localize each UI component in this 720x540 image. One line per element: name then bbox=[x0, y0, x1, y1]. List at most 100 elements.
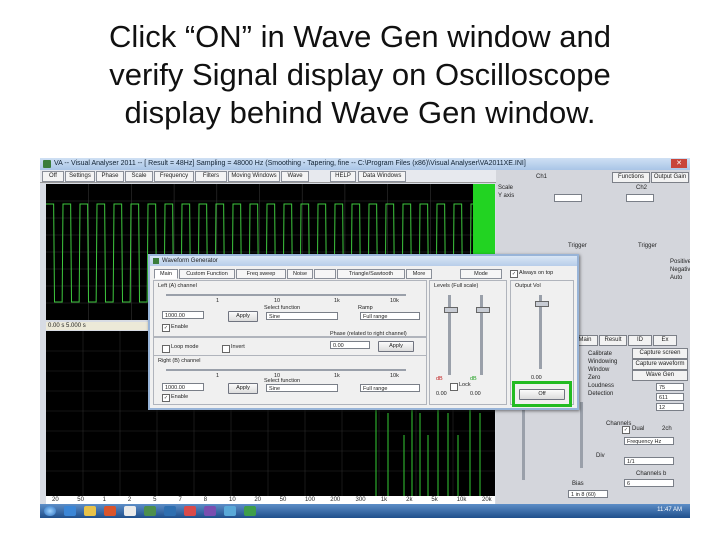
tab-freq-sweep[interactable]: Freq sweep bbox=[236, 269, 286, 279]
frequency-tick: 200 bbox=[330, 497, 341, 503]
presentation-icon[interactable] bbox=[184, 506, 196, 516]
result-button[interactable]: Result bbox=[599, 335, 627, 346]
left-level-thumb[interactable] bbox=[444, 307, 458, 313]
loop-mode-checkbox[interactable] bbox=[162, 345, 170, 353]
scale-select-left[interactable] bbox=[554, 194, 582, 202]
right-tick-1: 1 bbox=[216, 373, 220, 379]
slide-title-line-3: display behind Wave Gen window. bbox=[124, 95, 596, 130]
menu-off[interactable]: Off bbox=[42, 171, 64, 182]
left-mode-select[interactable]: Full range bbox=[360, 312, 420, 320]
slide-title-line-2: verify Signal display on Oscilloscope bbox=[109, 57, 611, 92]
menu-moving-windows[interactable]: Moving Windows bbox=[228, 171, 280, 182]
menu-help[interactable]: HELP bbox=[330, 171, 356, 182]
left-tick-10k: 10k bbox=[390, 298, 399, 304]
invert-checkbox[interactable] bbox=[222, 345, 230, 353]
ratio-select[interactable]: 1/1 bbox=[624, 457, 674, 465]
value-field-2[interactable]: 611 bbox=[656, 393, 684, 401]
slide-title-line-1: Click “ON” in Wave Gen window and bbox=[109, 19, 611, 54]
app-menubar: Off Settings Phase Scale Frequency Filte… bbox=[40, 170, 496, 183]
zero-label: Zero bbox=[588, 375, 601, 381]
right-frequency-input[interactable]: 1000.00 bbox=[162, 383, 204, 391]
negative-option[interactable]: Negative bbox=[670, 266, 690, 274]
tab-main[interactable]: Main bbox=[154, 269, 178, 279]
network-icon[interactable] bbox=[164, 506, 176, 516]
always-on-top-checkbox[interactable]: ✓ bbox=[510, 270, 518, 278]
left-enable-checkbox[interactable]: ✓ bbox=[162, 324, 170, 332]
menu-filters[interactable]: Filters bbox=[195, 171, 227, 182]
functions-button[interactable]: Functions bbox=[612, 172, 650, 183]
ch1-label: Ch1 bbox=[536, 174, 548, 180]
right-level-thumb[interactable] bbox=[476, 307, 490, 313]
phase-input[interactable]: 0.00 bbox=[330, 341, 370, 349]
tab-triangle-sawtooth[interactable]: Triangle/Sawtooth bbox=[337, 269, 405, 279]
frequency-tick: 1k bbox=[380, 497, 388, 503]
menu-data-windows[interactable]: Data Windows bbox=[358, 171, 406, 182]
menu-settings[interactable]: Settings bbox=[65, 171, 95, 182]
right-mode-select[interactable]: Full range bbox=[360, 384, 420, 392]
channels-count-select[interactable]: 6 bbox=[624, 479, 674, 487]
window-label: Window bbox=[588, 367, 610, 373]
tab-more[interactable]: More bbox=[406, 269, 432, 279]
frequency-tick: 2 bbox=[127, 497, 132, 503]
taskbar-clock: 11:47 AM bbox=[657, 507, 682, 513]
window-close-icon[interactable]: ✕ bbox=[671, 159, 687, 168]
wavegen-icon bbox=[153, 258, 159, 264]
levels-group: Levels (Full scale) Lock 0.00 0.00 dB dB bbox=[429, 280, 507, 405]
start-button-icon[interactable] bbox=[44, 506, 56, 516]
tab-custom-function[interactable]: Custom Function bbox=[179, 269, 235, 279]
scale-select-right[interactable] bbox=[626, 194, 654, 202]
right-apply-button[interactable]: Apply bbox=[228, 383, 258, 394]
tab-noise[interactable]: Noise bbox=[287, 269, 313, 279]
output-gain-button[interactable]: Output Gain bbox=[651, 172, 689, 183]
ex-button[interactable]: Ex bbox=[653, 335, 677, 346]
frequency-tick: 50 bbox=[279, 497, 287, 503]
left-tick-10: 10 bbox=[274, 298, 281, 304]
decimation-select[interactable]: 1 in 8 (60) bbox=[568, 490, 608, 498]
right-function-select[interactable]: Sine bbox=[266, 384, 338, 392]
dual-checkbox[interactable]: ✓ bbox=[622, 426, 630, 434]
menu-frequency[interactable]: Frequency bbox=[154, 171, 194, 182]
output-volume-thumb[interactable] bbox=[535, 301, 549, 307]
lock-checkbox[interactable] bbox=[450, 383, 458, 391]
app-window-icon[interactable] bbox=[124, 506, 136, 516]
left-frequency-input[interactable]: 1000.00 bbox=[162, 311, 204, 319]
left-function-select[interactable]: Sine bbox=[266, 312, 338, 320]
right-enable-checkbox[interactable]: ✓ bbox=[162, 394, 170, 402]
windows-icon[interactable] bbox=[224, 506, 236, 516]
left-tick-1k: 1k bbox=[334, 298, 340, 304]
visual-analyser-icon[interactable] bbox=[244, 506, 256, 516]
always-on-top-label: Always on top bbox=[519, 270, 554, 276]
capture-waveform-button[interactable]: Capture waveform bbox=[632, 359, 688, 370]
right-channel-label: Right (B) channel bbox=[158, 358, 201, 364]
tab-mode[interactable]: Mode bbox=[460, 269, 502, 279]
id-button[interactable]: ID bbox=[628, 335, 652, 346]
media-icon[interactable] bbox=[204, 506, 216, 516]
menu-scale[interactable]: Scale bbox=[125, 171, 153, 182]
left-level-value: 0.00 bbox=[436, 391, 447, 397]
menu-wave[interactable]: Wave bbox=[281, 171, 309, 182]
positive-option[interactable]: Positive bbox=[670, 258, 690, 266]
frequency-tick: 20 bbox=[254, 497, 262, 503]
left-apply-button[interactable]: Apply bbox=[228, 311, 258, 322]
wave-gen-button[interactable]: Wave Gen bbox=[632, 370, 688, 381]
folder-icon[interactable] bbox=[84, 506, 96, 516]
right-freq-slider[interactable] bbox=[166, 369, 406, 371]
menu-phase[interactable]: Phase bbox=[96, 171, 124, 182]
trigger-label-right: Trigger bbox=[638, 243, 657, 249]
value-field-3[interactable]: 12 bbox=[656, 403, 684, 411]
loudness-label: Loudness bbox=[588, 383, 615, 389]
value-field-1[interactable]: 75 bbox=[656, 383, 684, 391]
right-tick-1k: 1k bbox=[334, 373, 340, 379]
media-player-icon[interactable] bbox=[104, 506, 116, 516]
lower-vertical-slider[interactable] bbox=[580, 402, 583, 468]
phase-apply-button[interactable]: Apply bbox=[378, 341, 414, 352]
capture-screen-button[interactable]: Capture screen bbox=[632, 348, 688, 359]
left-freq-slider[interactable] bbox=[166, 294, 406, 296]
ie-icon[interactable] bbox=[64, 506, 76, 516]
frequency-unit-select[interactable]: Frequency Hz bbox=[624, 437, 674, 445]
auto-option[interactable]: Auto bbox=[670, 274, 682, 282]
div-label: Div bbox=[596, 453, 605, 459]
spreadsheet-icon[interactable] bbox=[144, 506, 156, 516]
frequency-tick: 8 bbox=[203, 497, 208, 503]
tab-blank[interactable] bbox=[314, 269, 336, 279]
